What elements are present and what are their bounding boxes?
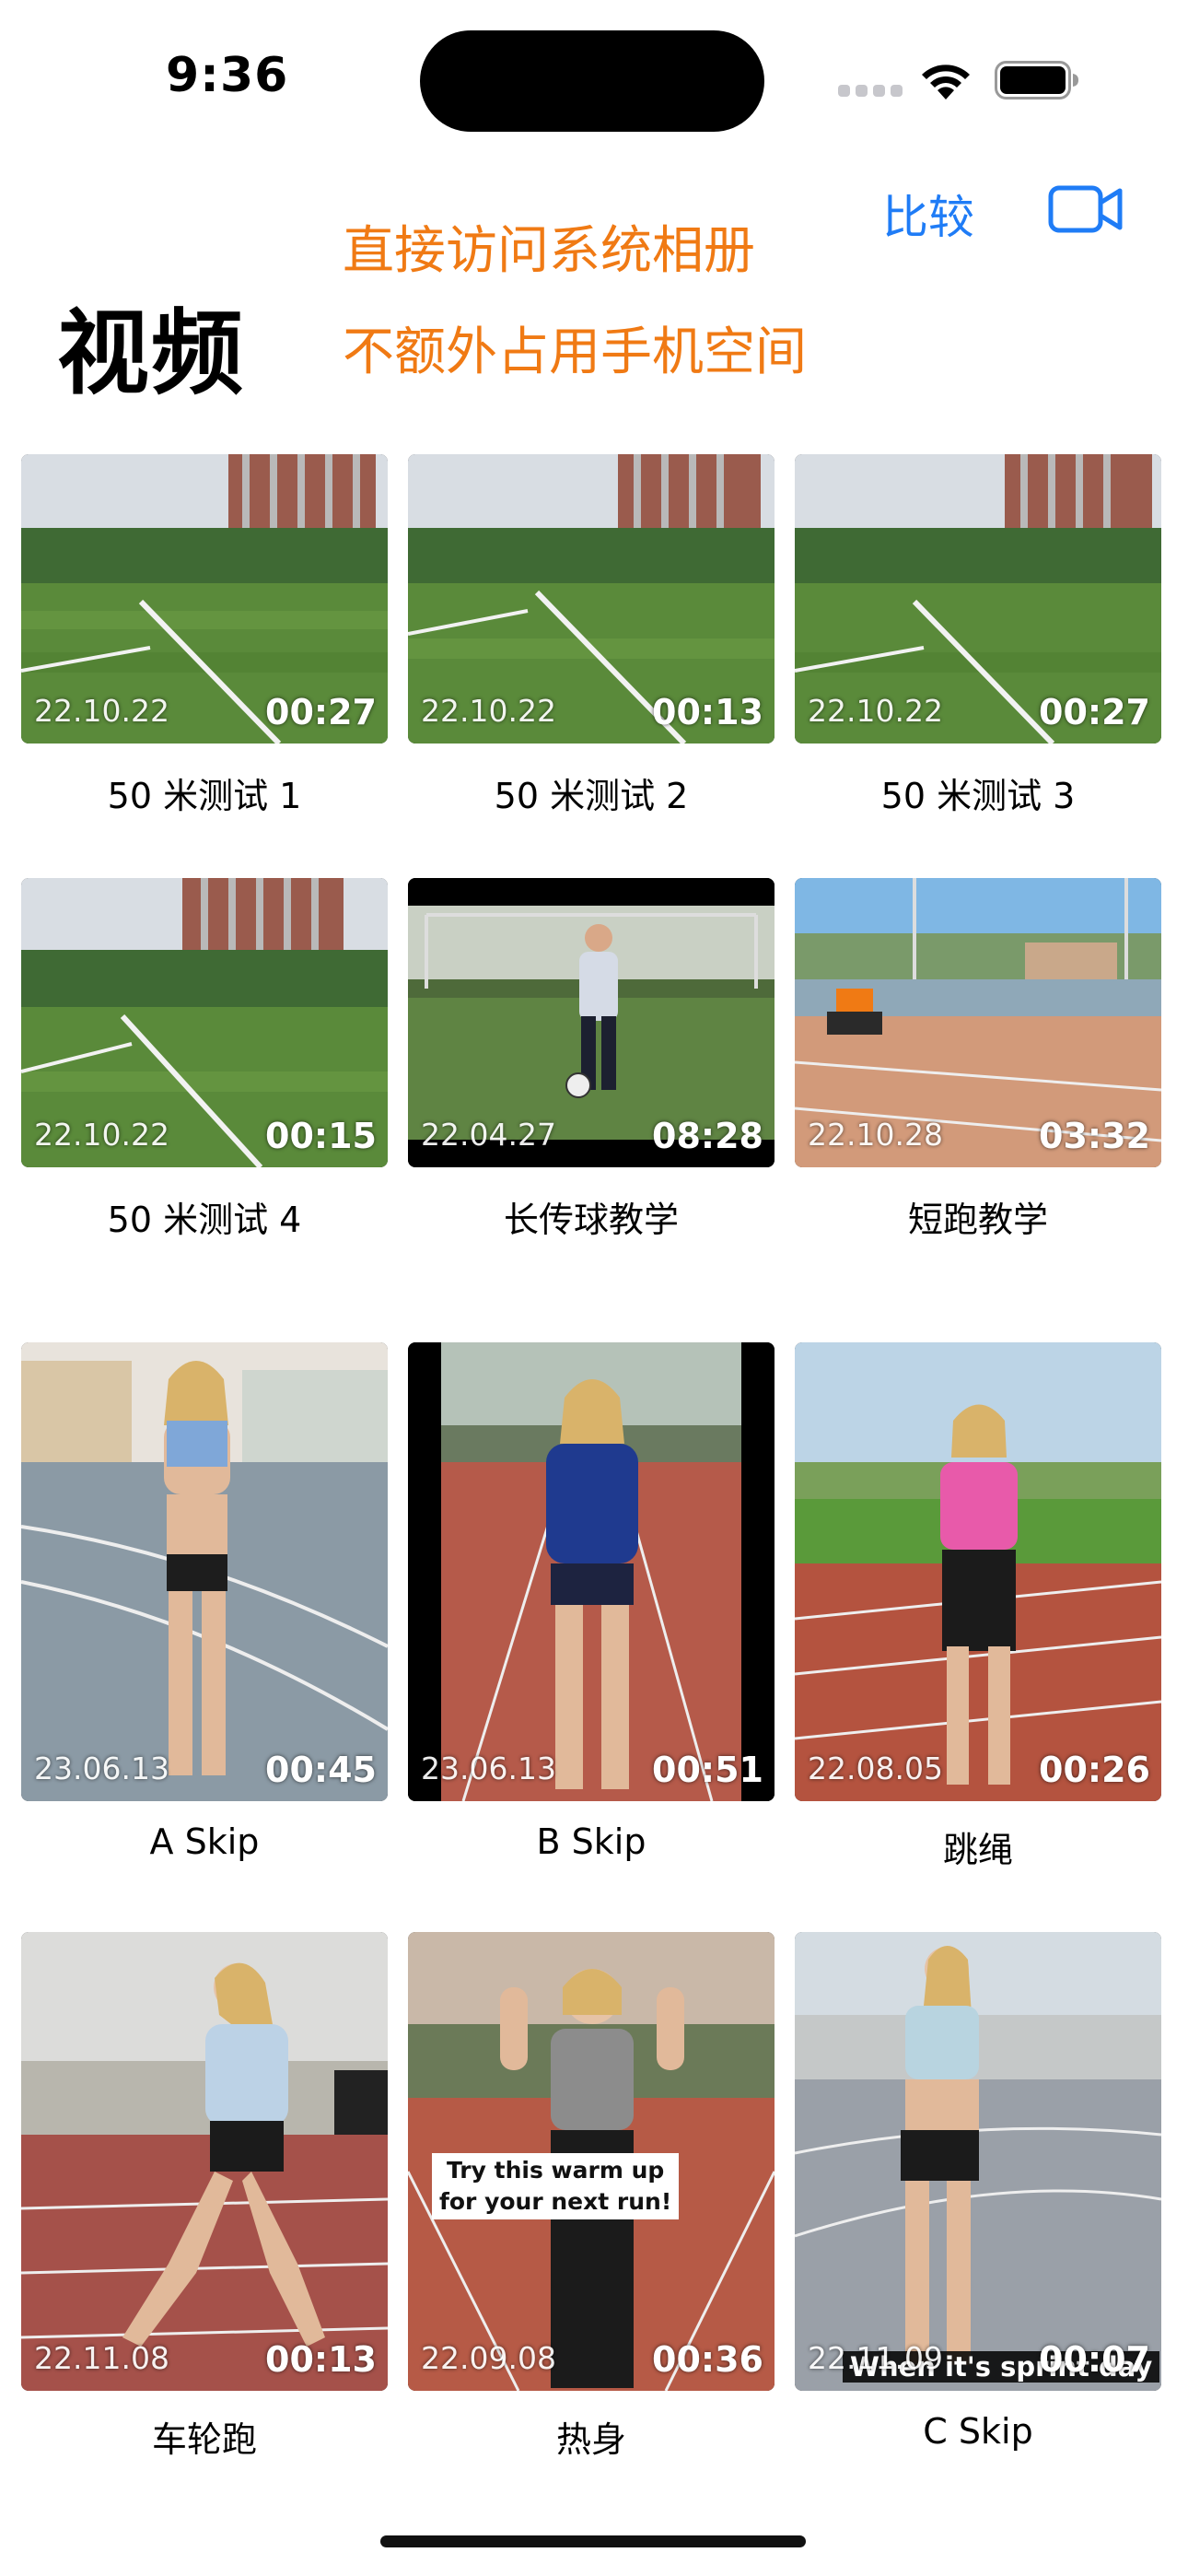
overlay-line-2: for your next run!: [439, 2188, 672, 2215]
video-date: 22.09.08: [421, 2340, 556, 2376]
video-duration: 00:51: [652, 1750, 763, 1790]
video-title: 热身: [555, 2419, 626, 2460]
video-date: 23.06.13: [34, 1751, 169, 1786]
video-item[interactable]: 22.10.22 00:15 50 米测试 4: [21, 878, 388, 1342]
cellular-signal-icon: [838, 85, 903, 98]
video-duration: 03:32: [1039, 1116, 1150, 1156]
video-duration: 00:27: [265, 692, 377, 732]
video-title: 50 米测试 3: [880, 776, 1076, 816]
video-thumbnail: 23.06.13 00:45: [21, 1342, 388, 1801]
video-title: 长传球教学: [503, 1200, 679, 1240]
video-title: 50 米测试 2: [494, 776, 689, 816]
status-time: 9:36: [166, 48, 289, 103]
battery-icon: [995, 61, 1078, 100]
video-thumbnail: 22.10.22 00:27: [795, 454, 1161, 744]
video-date: 22.11.09: [808, 2340, 943, 2376]
video-title: 50 米测试 4: [107, 1200, 302, 1240]
video-date: 22.04.27: [421, 1117, 556, 1153]
video-title: 车轮跑: [151, 2419, 257, 2460]
video-duration: 00:07: [1039, 2339, 1150, 2380]
video-thumbnail: 22.10.22 00:13: [408, 454, 775, 744]
video-thumbnail: 22.10.22 00:27: [21, 454, 388, 744]
video-item[interactable]: When it's sprint day 22.11.09 00:07 C Sk…: [795, 1932, 1161, 2522]
video-date: 22.10.22: [808, 693, 943, 729]
video-thumbnail: 22.04.27 08:28: [408, 878, 775, 1167]
video-camera-icon[interactable]: [1048, 182, 1124, 236]
video-duration: 00:36: [652, 2339, 763, 2380]
video-item[interactable]: 22.10.22 00:27 50 米测试 1: [21, 454, 388, 878]
video-title: 短跑教学: [907, 1200, 1048, 1240]
video-date: 23.06.13: [421, 1751, 556, 1786]
video-date: 22.08.05: [808, 1751, 943, 1786]
video-item[interactable]: Try this warm up for your next run! 22.0…: [408, 1932, 775, 2522]
video-grid: 22.10.22 00:27 50 米测试 1 22.10.22 00:13 5…: [21, 454, 1163, 2522]
video-duration: 00:26: [1039, 1750, 1150, 1790]
compare-button[interactable]: 比较: [882, 181, 974, 247]
video-date: 22.10.22: [34, 1117, 169, 1153]
video-date: 22.10.22: [421, 693, 556, 729]
video-thumbnail: Try this warm up for your next run! 22.0…: [408, 1932, 775, 2391]
video-item[interactable]: 22.11.08 00:13 车轮跑: [21, 1932, 388, 2522]
video-thumbnail: 22.08.05 00:26: [795, 1342, 1161, 1801]
video-item[interactable]: 22.10.22 00:13 50 米测试 2: [408, 454, 775, 878]
page-title: 视频: [57, 299, 245, 407]
video-thumbnail: 23.06.13 00:51: [408, 1342, 775, 1801]
video-item[interactable]: 22.08.05 00:26 跳绳: [795, 1342, 1161, 1932]
video-date: 22.10.22: [34, 693, 169, 729]
promo-line-1: 直接访问系统相册: [343, 221, 755, 281]
video-duration: 00:13: [265, 2339, 377, 2380]
home-indicator[interactable]: [380, 2535, 806, 2547]
video-thumbnail: 22.11.08 00:13: [21, 1932, 388, 2391]
dynamic-island: [420, 30, 764, 132]
video-title: C Skip: [923, 2411, 1033, 2452]
video-item[interactable]: 23.06.13 00:51 B Skip: [408, 1342, 775, 1932]
video-duration: 00:27: [1039, 692, 1150, 732]
video-title: B Skip: [536, 1821, 646, 1862]
video-title: 跳绳: [942, 1830, 1013, 1870]
video-date: 22.11.08: [34, 2340, 169, 2376]
video-title: A Skip: [149, 1821, 260, 1862]
video-duration: 00:15: [265, 1116, 377, 1156]
video-item[interactable]: 23.06.13 00:45 A Skip: [21, 1342, 388, 1932]
video-item[interactable]: 22.10.22 00:27 50 米测试 3: [795, 454, 1161, 878]
video-item[interactable]: 22.10.28 03:32 短跑教学: [795, 878, 1161, 1342]
video-duration: 00:13: [652, 692, 763, 732]
video-thumbnail: 22.10.28 03:32: [795, 878, 1161, 1167]
video-overlay-caption: Try this warm up for your next run!: [432, 2153, 680, 2219]
overlay-line-1: Try this warm up: [446, 2157, 665, 2184]
promo-line-2: 不额外占用手机空间: [343, 322, 807, 382]
video-date: 22.10.28: [808, 1117, 943, 1153]
promo-banner: 直接访问系统相册 不额外占用手机空间: [343, 201, 807, 404]
video-title: 50 米测试 1: [107, 776, 302, 816]
video-duration: 00:45: [265, 1750, 377, 1790]
video-duration: 08:28: [652, 1116, 763, 1156]
video-thumbnail: 22.10.22 00:15: [21, 878, 388, 1167]
video-item[interactable]: 22.04.27 08:28 长传球教学: [408, 878, 775, 1342]
video-thumbnail: When it's sprint day 22.11.09 00:07: [795, 1932, 1161, 2391]
wifi-icon: [922, 64, 970, 100]
